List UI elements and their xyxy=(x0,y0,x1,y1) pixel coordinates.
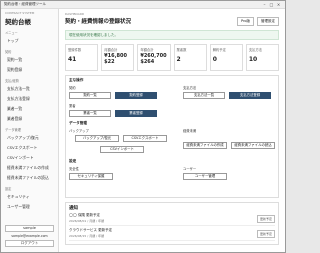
sidebar-item-expense-create[interactable]: 経費未満ファイルの作成 xyxy=(5,163,54,173)
sidebar-item-contract-register[interactable]: 契約登録 xyxy=(5,65,54,75)
title-bar: 契約台帳・経費管理ツール – □ × xyxy=(1,1,285,9)
contract-list-button[interactable]: 契約一覧 xyxy=(69,92,111,99)
close-icon[interactable]: × xyxy=(275,2,282,7)
brand-subtitle: CONTRACT SYSTEM xyxy=(5,11,35,15)
admin-settings-button[interactable]: 管理設定 xyxy=(257,17,279,26)
sidebar-item-contract-list[interactable]: 契約一覧 xyxy=(5,55,54,65)
sidebar-item-expense-load[interactable]: 経費未満ファイルの読込 xyxy=(5,173,54,183)
pro-button[interactable]: Pro版 xyxy=(236,17,254,26)
sidebar-item-csv-export[interactable]: CSVエクスポート xyxy=(5,143,54,153)
app-window: 契約台帳・経費管理ツール – □ × CONTRACT SYSTEM 契約台帳 … xyxy=(0,0,286,253)
stat-card-yearly: 年額合計 ¥260,700 $264 xyxy=(137,44,171,71)
notice-date: 2026/08/15 / 月額 / 年額 xyxy=(69,234,105,238)
stat-label: 年額合計 xyxy=(140,48,154,52)
backup-label: バックアップ xyxy=(69,129,89,133)
vendor-label: 業者 xyxy=(69,104,76,108)
vendor-register-button[interactable]: 業者登録 xyxy=(115,110,157,117)
csv-import-button[interactable]: CSVインポート xyxy=(100,146,144,153)
stat-card-vendors: 業者数 2 xyxy=(173,44,207,71)
list-item[interactable]: ◯◯ 保険 更新予定 2026/08/01 / 月額 / 年額 更新予定 xyxy=(69,212,275,226)
settings-title: 設定 xyxy=(69,159,77,163)
stat-value: 10 xyxy=(248,56,258,63)
stat-value: 0 xyxy=(212,56,217,63)
sidebar-section-payment: 支払/経費 xyxy=(5,79,19,83)
logout-button[interactable]: ログアウト xyxy=(5,240,54,247)
stat-label: 月額合計 xyxy=(104,48,118,52)
maximize-icon[interactable]: □ xyxy=(268,2,275,7)
notice-date: 2026/08/01 / 月額 / 年額 xyxy=(69,219,105,223)
operations-title: 主な操作 xyxy=(69,78,84,82)
vendor-list-button[interactable]: 業者一覧 xyxy=(69,110,111,117)
user-management-button[interactable]: ユーザー管理 xyxy=(183,173,227,180)
main-content: DASHBOARD 契約・経費情報の登録状況 Pro版 管理設定 現在使用状況を… xyxy=(59,9,285,252)
stat-value: 41 xyxy=(68,56,77,63)
operations-panel: 主な操作 契約 契約一覧 契約登録 支払方法 支払方法一覧 支払方法登録 業者 … xyxy=(65,75,279,198)
page-subtitle: DASHBOARD xyxy=(65,12,85,16)
brand-title: 契約台帳 xyxy=(5,18,31,26)
sidebar-section-data: データ管理 xyxy=(5,128,21,132)
sidebar-item-csv-import[interactable]: CSVインポート xyxy=(5,153,54,163)
data-management-title: データ管理 xyxy=(69,121,87,125)
stat-label: 登録件数 xyxy=(68,48,82,52)
security-button[interactable]: セキュリティ保護 xyxy=(69,173,113,180)
sidebar-section-menu: メニュー xyxy=(5,31,18,35)
sidebar-item-top[interactable]: トップ xyxy=(5,36,54,46)
sidebar-item-payment-list[interactable]: 支払方法一覧 xyxy=(5,84,54,94)
list-item[interactable]: クラウドサービス 更新予定 2026/08/15 / 月額 / 年額 更新予定 xyxy=(69,227,275,241)
stat-value: ¥16,800 $22 xyxy=(104,53,127,65)
notice-title: クラウドサービス 更新予定 xyxy=(69,228,113,232)
csv-export-button[interactable]: CSVエクスポート xyxy=(123,135,167,142)
stat-card-payment-methods: 支払方法 10 xyxy=(245,44,280,71)
window-title: 契約台帳・経費管理ツール xyxy=(4,2,46,6)
status-badge: 更新予定 xyxy=(256,215,275,223)
page-header: DASHBOARD 契約・経費情報の登録状況 Pro版 管理設定 xyxy=(65,12,279,26)
sidebar-item-user-management[interactable]: ユーザー管理 xyxy=(5,202,54,212)
notices-title: 通知 xyxy=(69,206,78,211)
stat-label: 業者数 xyxy=(176,48,187,52)
contract-label: 契約 xyxy=(69,86,76,90)
stat-card-count: 登録件数 41 xyxy=(65,44,99,71)
notices-panel: 通知 ◯◯ 保険 更新予定 2026/08/01 / 月額 / 年額 更新予定 … xyxy=(65,202,279,245)
sidebar-footer: sample sample@example.com ログアウト xyxy=(5,225,54,249)
expense-label: 経費未満 xyxy=(183,129,197,133)
payment-list-button[interactable]: 支払方法一覧 xyxy=(183,92,225,99)
payment-register-button[interactable]: 支払方法登録 xyxy=(229,92,271,99)
sidebar-item-security[interactable]: セキュリティ xyxy=(5,192,54,202)
stat-card-cancel: 解約予定 0 xyxy=(209,44,243,71)
page-title: 契約・経費情報の登録状況 xyxy=(65,19,132,25)
payment-label: 支払方法 xyxy=(183,86,197,90)
backup-restore-button[interactable]: バックアップ/復元 xyxy=(75,135,119,142)
stat-card-monthly: 月額合計 ¥16,800 $22 xyxy=(101,44,135,71)
user-email: sample@example.com xyxy=(11,234,48,238)
stat-value: ¥260,700 $264 xyxy=(140,53,167,65)
sidebar-item-vendor-list[interactable]: 業者一覧 xyxy=(5,104,54,114)
security-label: 安全性 xyxy=(69,167,79,171)
user-name: sample xyxy=(5,225,54,232)
expense-load-button[interactable]: 経費未満ファイルの読込 xyxy=(231,142,275,149)
sidebar-section-contract: 契約 xyxy=(5,50,12,54)
stat-value: 2 xyxy=(176,56,181,63)
stat-label: 解約予定 xyxy=(212,48,226,52)
users-label: ユーザー xyxy=(183,167,197,171)
notice-title: ◯◯ 保険 更新予定 xyxy=(69,213,101,217)
sidebar-item-vendor-register[interactable]: 業者登録 xyxy=(5,114,54,124)
minimize-icon[interactable]: – xyxy=(261,2,268,7)
status-badge: 更新予定 xyxy=(256,230,275,238)
contract-register-button[interactable]: 契約登録 xyxy=(115,92,157,99)
sidebar: CONTRACT SYSTEM 契約台帳 メニュー トップ 契約 契約一覧 契約… xyxy=(1,9,59,252)
expense-create-button[interactable]: 経費未満ファイルの作成 xyxy=(183,142,227,149)
stats-row: 登録件数 41 月額合計 ¥16,800 $22 年額合計 ¥260,700 $… xyxy=(65,44,280,71)
sidebar-item-backup[interactable]: バックアップ/復元 xyxy=(5,133,54,143)
sidebar-item-payment-register[interactable]: 支払方法登録 xyxy=(5,94,54,104)
sidebar-section-settings: 設定 xyxy=(5,187,12,191)
status-alert: 現在使用状況を確認しました。 xyxy=(65,30,279,40)
stat-label: 支払方法 xyxy=(248,48,263,52)
